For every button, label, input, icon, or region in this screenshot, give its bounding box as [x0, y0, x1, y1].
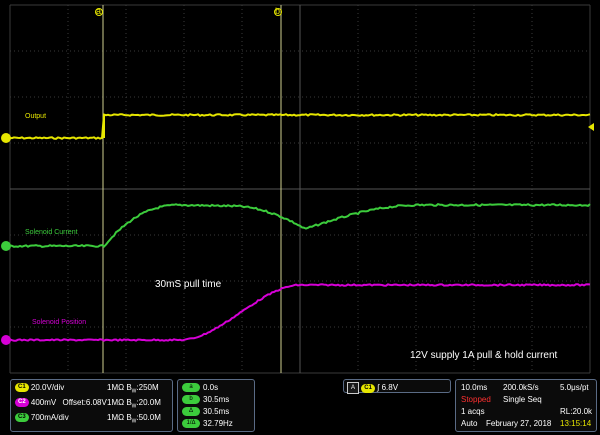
cursor-delta-readout: Δ 30.5ms [182, 407, 230, 417]
trigger-mode-badge: A [347, 382, 359, 394]
cursor-delta-value: 30.5ms [203, 407, 230, 416]
channel-1-marker-icon [1, 133, 11, 143]
time: 13:15:14 [560, 419, 592, 428]
channel-1-input: 1MΩ BW:250M [107, 383, 159, 395]
channel-2-offset: Offset:6.08V [62, 398, 107, 407]
channel-2-bw-value: :20.0M [136, 398, 161, 407]
channel-3-marker-icon [1, 241, 11, 251]
acquisition-count: 1 acqs [461, 407, 485, 416]
pull-time-annotation: 30mS pull time [155, 279, 222, 290]
sample-rate: 200.0kS/s [503, 383, 539, 392]
trigger-level: 6.8V [381, 383, 399, 393]
solenoid-current-trace-label: Solenoid Current [25, 229, 78, 236]
cursor-b-badge: b [182, 395, 200, 405]
acquisition-seq-mode[interactable]: Single Seq [503, 395, 542, 404]
solenoid-position-trace-label: Solenoid Position [32, 319, 87, 326]
trigger-slope-icon: ∫ [377, 383, 380, 393]
cursor-readout-panel[interactable]: a 0.0s b 30.5ms Δ 30.5ms 1/Δ 32.79Hz [177, 379, 255, 432]
date: February 27, 2018 [486, 419, 552, 428]
trigger-mode[interactable]: Auto [461, 419, 477, 428]
timebase[interactable]: 10.0ms [461, 383, 487, 392]
output-trace-label: Output [25, 113, 47, 120]
channel-1-settings[interactable]: C1 20.0V/div [15, 383, 65, 393]
acquisition-status[interactable]: Stopped [461, 395, 491, 404]
channel-3-settings[interactable]: C3 700mA/div [15, 413, 69, 423]
cursor-a-badge: a [182, 383, 200, 393]
channel-2-scale: 400mV [30, 398, 57, 407]
channel-2-settings[interactable]: C2 400mV Offset:6.08V [15, 398, 107, 408]
cursor-b-value: 30.5ms [203, 395, 230, 404]
trigger-channel-badge: C1 [361, 383, 375, 393]
channel-settings-panel[interactable]: C1 20.0V/div 1MΩ BW:250M C2 400mV Offset… [10, 379, 173, 432]
channel-1-bw-value: :250M [136, 383, 159, 392]
cursor-b-marker[interactable]: b [275, 6, 280, 16]
channel-2-marker-icon [1, 335, 11, 345]
cursor-a-value: 0.0s [203, 383, 219, 392]
channel-1-scale: 20.0V/div [30, 383, 65, 392]
cursor-a-marker[interactable]: a [96, 6, 101, 16]
trigger-readout: A C1 ∫ 6.8V [347, 382, 398, 394]
channel-2-input: 1MΩ BW:20.0M [107, 398, 161, 410]
channel-3-bw-value: :50.0M [136, 413, 161, 422]
channel-1-impedance: 1MΩ [107, 383, 125, 392]
channel-3-input: 1MΩ BW:50.0M [107, 413, 161, 425]
supply-note-annotation: 12V supply 1A pull & hold current [410, 350, 558, 361]
channel-2-impedance: 1MΩ [107, 398, 125, 407]
oscilloscope-window: Output Solenoid Current Solenoid Positio… [0, 0, 600, 435]
cursor-frequency-value: 32.79Hz [203, 419, 233, 428]
cursor-a-readout: a 0.0s [182, 383, 219, 393]
trigger-panel[interactable]: A C1 ∫ 6.8V [343, 379, 451, 394]
trigger-level-arrow-icon [588, 123, 594, 131]
channel-3-impedance: 1MΩ [107, 413, 125, 422]
channel-1-badge: C1 [15, 383, 29, 393]
cursor-frequency-badge: 1/Δ [182, 419, 200, 429]
cursor-delta-badge: Δ [182, 407, 200, 417]
channel-3-badge: C3 [15, 413, 29, 423]
cursor-b-readout: b 30.5ms [182, 395, 230, 405]
cursor-frequency-readout: 1/Δ 32.79Hz [182, 419, 233, 429]
record-length: RL:20.0k [560, 407, 593, 416]
channel-2-badge: C2 [15, 398, 29, 408]
channel-3-scale: 700mA/div [30, 413, 69, 422]
waveform-display[interactable] [0, 0, 600, 375]
acquisition-panel[interactable]: 10.0ms 200.0kS/s 5.0μs/pt Stopped Single… [455, 379, 597, 432]
resolution: 5.0μs/pt [560, 383, 589, 392]
